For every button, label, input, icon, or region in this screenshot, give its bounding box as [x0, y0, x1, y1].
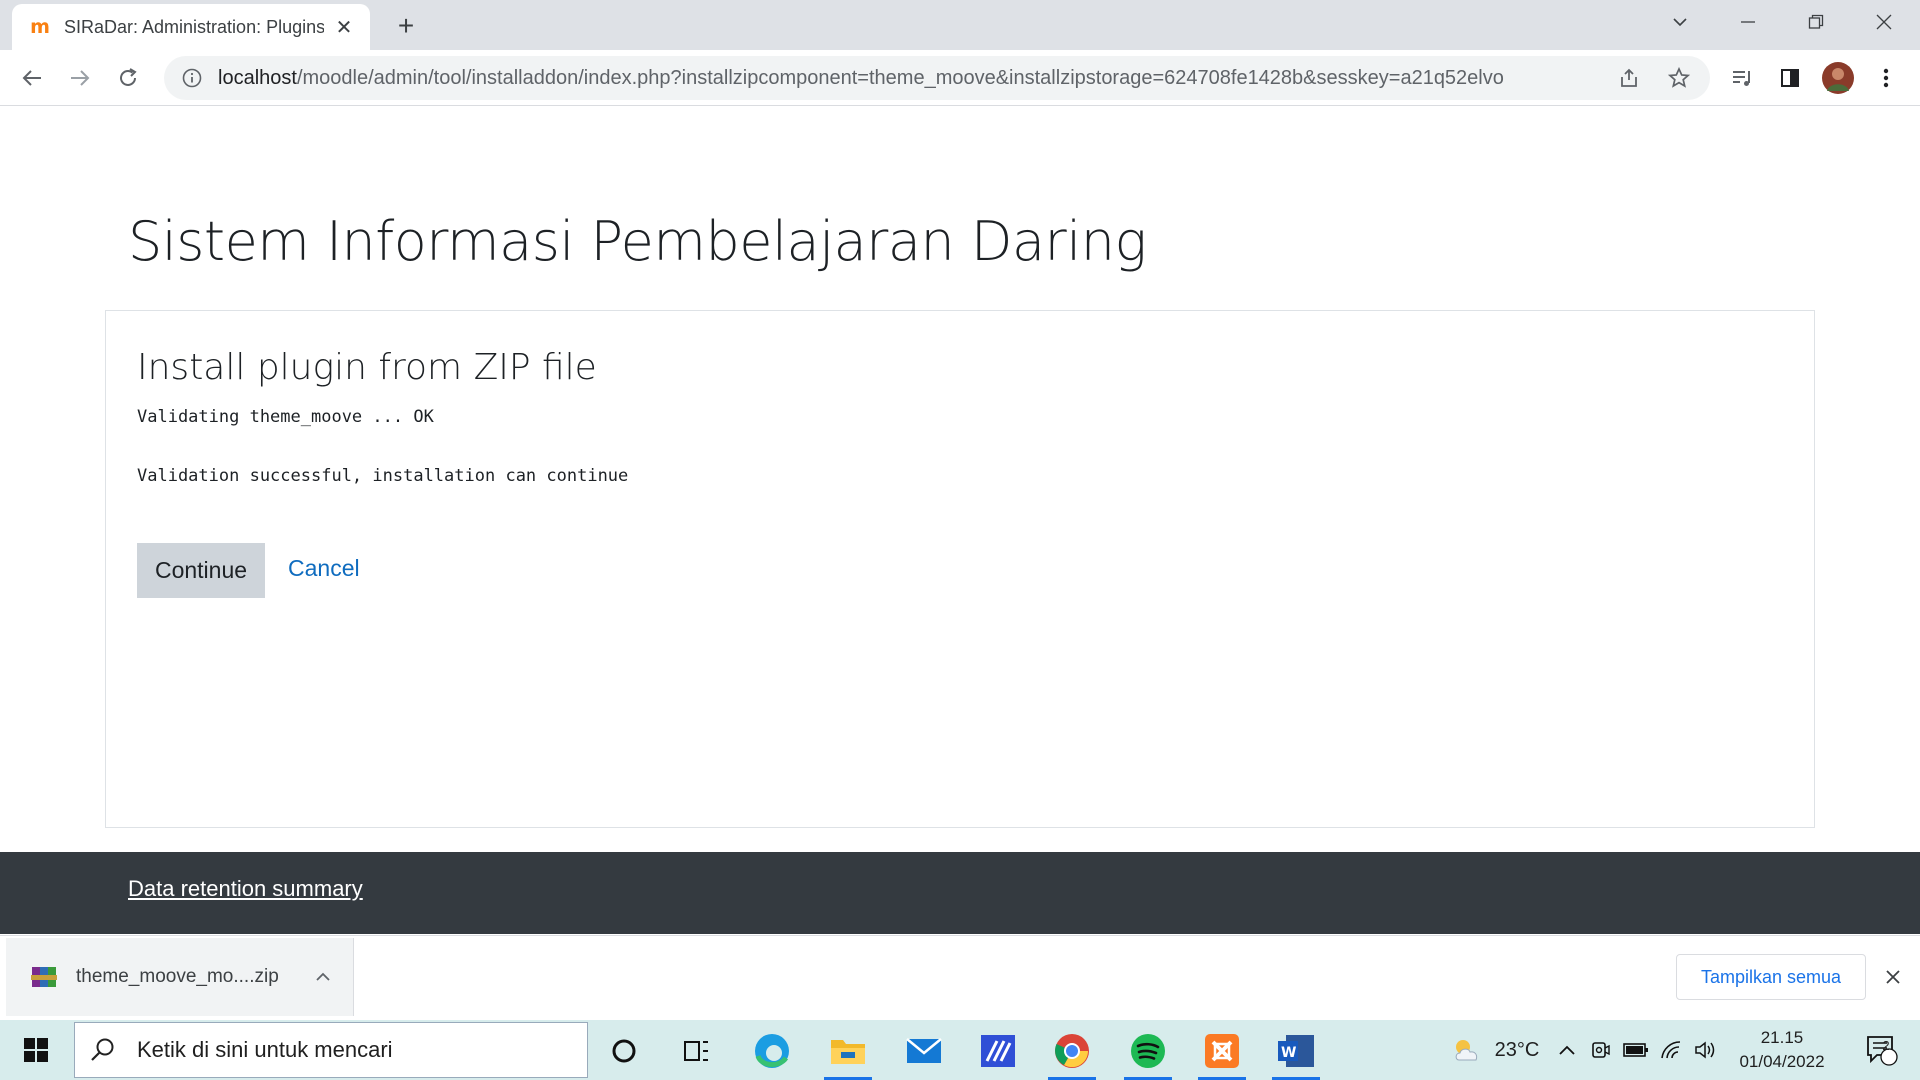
- browser-tab-strip: m SIRaDar: Administration: Plugins: ✕ +: [0, 0, 1920, 50]
- search-icon: [91, 1038, 114, 1061]
- download-file-name: theme_moove_mo....zip: [76, 966, 279, 987]
- cancel-link[interactable]: Cancel: [288, 555, 360, 582]
- media-playlist-icon[interactable]: [1724, 60, 1760, 96]
- site-title: Sistem Informasi Pembelajaran Daring: [128, 210, 1147, 273]
- new-tab-button[interactable]: +: [390, 10, 422, 42]
- browser-toolbar: localhost/moodle/admin/tool/installaddon…: [0, 50, 1920, 106]
- profile-avatar[interactable]: [1820, 60, 1856, 96]
- task-view-icon[interactable]: [666, 1026, 726, 1076]
- spotify-icon[interactable]: [1118, 1026, 1178, 1080]
- notification-count-badge: 2: [1882, 1038, 1890, 1053]
- tab-search-icon[interactable]: [1648, 0, 1712, 44]
- wifi-icon[interactable]: [1656, 1020, 1686, 1080]
- taskbar-search-placeholder: Ketik di sini untuk mencari: [137, 1037, 393, 1062]
- partly-cloudy-icon: [1455, 1040, 1477, 1061]
- svg-text:W: W: [1281, 1045, 1296, 1061]
- back-arrow-icon[interactable]: [14, 60, 50, 96]
- window-close-icon[interactable]: [1852, 0, 1916, 44]
- moodle-favicon-icon: m: [30, 16, 50, 38]
- xampp-icon[interactable]: [1192, 1026, 1252, 1080]
- windows-start-icon[interactable]: [12, 1032, 60, 1068]
- url-text[interactable]: localhost/moodle/admin/tool/installaddon…: [218, 67, 1596, 90]
- weather-widget[interactable]: 23°C: [1440, 1020, 1550, 1080]
- file-explorer-icon[interactable]: [818, 1026, 878, 1080]
- meet-now-icon[interactable]: [1586, 1020, 1616, 1080]
- minimize-icon[interactable]: [1716, 0, 1780, 44]
- show-hidden-icons-icon[interactable]: [1552, 1020, 1582, 1080]
- edge-browser-icon[interactable]: [742, 1026, 802, 1076]
- validation-status-line: Validating theme_moove ... OK: [137, 407, 434, 427]
- taskbar-search-input[interactable]: Ketik di sini untuk mencari: [74, 1022, 588, 1078]
- clock[interactable]: 21.15 01/04/2022: [1722, 1020, 1842, 1080]
- download-shelf: theme_moove_mo....zip Tampilkan semua: [0, 935, 1920, 1020]
- restore-icon[interactable]: [1784, 0, 1848, 44]
- show-all-downloads-button[interactable]: Tampilkan semua: [1676, 954, 1866, 1000]
- volume-icon[interactable]: [1690, 1020, 1722, 1080]
- url-path: /moodle/admin/tool/installaddon/index.ph…: [296, 66, 1504, 89]
- reload-icon[interactable]: [110, 60, 146, 96]
- power-automate-icon[interactable]: [968, 1026, 1028, 1076]
- notification-center-icon[interactable]: 2: [1852, 1020, 1912, 1080]
- validation-result-line: Validation successful, installation can …: [137, 466, 629, 486]
- tab-active[interactable]: m SIRaDar: Administration: Plugins: ✕: [12, 4, 370, 50]
- clock-time: 21.15: [1760, 1028, 1804, 1047]
- temperature-text: 23°C: [1494, 1038, 1540, 1061]
- bookmark-star-icon[interactable]: [1662, 61, 1696, 95]
- tab-close-icon[interactable]: ✕: [332, 15, 356, 39]
- close-icon[interactable]: [1878, 962, 1908, 992]
- site-info-icon[interactable]: [180, 66, 204, 90]
- url-host: localhost: [218, 66, 297, 89]
- mail-icon[interactable]: [894, 1026, 954, 1076]
- forward-arrow-icon[interactable]: [62, 60, 98, 96]
- data-retention-summary-link[interactable]: Data retention summary: [128, 876, 363, 902]
- page-footer: Data retention summary: [0, 852, 1920, 934]
- archive-file-icon: [31, 967, 57, 987]
- download-item[interactable]: theme_moove_mo....zip: [6, 938, 354, 1016]
- page-heading: Install plugin from ZIP file: [137, 347, 597, 388]
- chevron-up-icon[interactable]: [303, 957, 343, 997]
- clock-date: 01/04/2022: [1739, 1052, 1825, 1071]
- page-viewport: Sistem Informasi Pembelajaran Daring Ins…: [0, 106, 1920, 934]
- cortana-icon[interactable]: [594, 1026, 654, 1076]
- battery-icon[interactable]: [1620, 1020, 1652, 1080]
- side-panel-icon[interactable]: [1772, 60, 1808, 96]
- install-card: Install plugin from ZIP file Validating …: [105, 310, 1815, 828]
- browser-menu-icon[interactable]: [1868, 60, 1904, 96]
- chrome-icon[interactable]: [1042, 1026, 1102, 1080]
- tab-title: SIRaDar: Administration: Plugins:: [64, 16, 324, 37]
- windows-taskbar: Ketik di sini untuk mencari W 23°C 21.15…: [0, 1020, 1920, 1080]
- share-icon[interactable]: [1612, 61, 1646, 95]
- address-bar[interactable]: localhost/moodle/admin/tool/installaddon…: [164, 56, 1710, 100]
- word-icon[interactable]: W: [1266, 1026, 1326, 1080]
- continue-button[interactable]: Continue: [137, 543, 265, 598]
